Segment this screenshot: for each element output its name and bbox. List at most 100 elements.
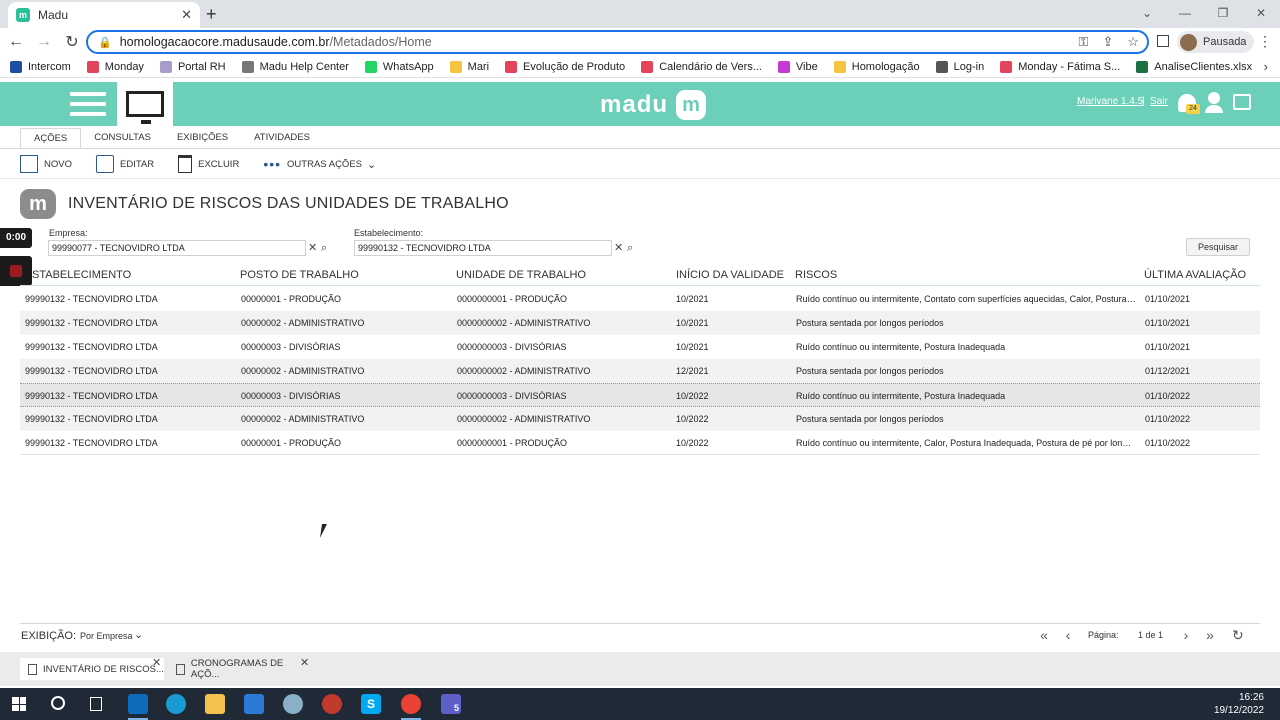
desktop-view-button[interactable] bbox=[117, 82, 173, 126]
hamburger-menu-icon[interactable] bbox=[70, 92, 106, 118]
open-document-tab[interactable]: CRONOGRAMAS DE AÇÕ... ✕ bbox=[168, 656, 312, 680]
edge-icon[interactable] bbox=[166, 694, 186, 714]
minimize-icon[interactable]: — bbox=[1166, 0, 1204, 28]
edit-label: EDITAR bbox=[119, 158, 155, 170]
file-explorer-icon[interactable] bbox=[205, 694, 225, 714]
logout-link[interactable]: Sair bbox=[1150, 96, 1168, 107]
bookmark-item[interactable]: Intercom bbox=[10, 60, 71, 73]
clear-icon[interactable]: ✕ bbox=[614, 240, 623, 256]
column-header[interactable]: UNIDADE DE TRABALHO bbox=[456, 269, 586, 281]
chevron-right-icon[interactable]: › bbox=[1264, 59, 1268, 74]
share-icon[interactable]: ⇪ bbox=[1102, 34, 1113, 50]
bookmark-item[interactable]: AnaliseClientes.xlsx bbox=[1136, 60, 1252, 73]
new-button[interactable]: NOVO bbox=[20, 155, 72, 173]
bookmark-item[interactable]: Mari bbox=[449, 60, 489, 73]
table-row[interactable]: 99990132 - TECNOVIDRO LTDA 00000002 - ADM… bbox=[20, 311, 1260, 335]
bookmark-icon bbox=[833, 60, 846, 73]
previous-page-icon[interactable]: ‹ bbox=[1056, 627, 1080, 643]
table-row[interactable]: 99990132 - TECNOVIDRO LTDA 00000001 - PRO… bbox=[20, 431, 1260, 455]
browser-menu-icon[interactable]: ⋮ bbox=[1258, 33, 1272, 50]
tab-atividades[interactable]: ATIVIDADES bbox=[241, 128, 323, 148]
bookmark-item[interactable]: Log-in bbox=[935, 60, 984, 73]
bookmark-item[interactable]: Portal RH bbox=[159, 60, 226, 73]
edit-button[interactable]: EDITAR bbox=[95, 155, 155, 173]
search-icon[interactable]: ⌕ bbox=[627, 240, 633, 256]
chat-icon[interactable] bbox=[1233, 94, 1251, 110]
bookmark-item[interactable]: Calendário de Vers... bbox=[641, 60, 762, 73]
bookmark-item[interactable]: Evolução de Produto bbox=[505, 60, 625, 73]
table-row[interactable]: 99990132 - TECNOVIDRO LTDA 00000003 - DIV… bbox=[20, 335, 1260, 359]
forward-icon[interactable]: → bbox=[32, 33, 56, 51]
user-link[interactable]: Marivane 1.4.5 bbox=[1077, 96, 1143, 107]
bookmark-item[interactable]: WhatsApp bbox=[364, 60, 434, 73]
reload-icon[interactable]: ↻ bbox=[60, 32, 84, 52]
document-icon bbox=[176, 663, 185, 675]
restore-icon[interactable]: ❐ bbox=[1204, 0, 1242, 28]
establishment-field[interactable]: 99990132 - TECNOVIDRO LTDA bbox=[354, 240, 612, 256]
side-panel-icon[interactable] bbox=[1157, 35, 1169, 47]
teams-icon[interactable]: 5 bbox=[441, 694, 461, 714]
search-icon[interactable] bbox=[51, 696, 65, 710]
support-icon[interactable] bbox=[1205, 92, 1223, 114]
search-button[interactable]: Pesquisar bbox=[1186, 238, 1250, 256]
column-header[interactable]: ÚLTIMA AVALIAÇÃO bbox=[1144, 269, 1246, 281]
refresh-icon[interactable]: ↻ bbox=[1232, 627, 1244, 644]
browser-toolbar: ← → ↻ 🔒 homologacaocore.madusaude.com.br… bbox=[0, 28, 1280, 56]
windows-start-icon[interactable] bbox=[12, 697, 26, 711]
bookmark-item[interactable]: Vibe bbox=[777, 60, 818, 73]
outlook-icon[interactable] bbox=[128, 694, 148, 714]
next-page-icon[interactable]: › bbox=[1174, 627, 1198, 643]
divider bbox=[0, 178, 1280, 179]
star-icon[interactable]: ☆ bbox=[1127, 34, 1139, 50]
bookmark-item[interactable]: Monday bbox=[86, 60, 144, 73]
profile-button[interactable]: Pausada bbox=[1177, 31, 1255, 53]
column-header[interactable]: RISCOS bbox=[795, 269, 837, 281]
search-icon[interactable]: ⌕ bbox=[321, 240, 327, 256]
last-page-icon[interactable]: » bbox=[1198, 627, 1222, 643]
close-icon[interactable]: ✕ bbox=[300, 656, 309, 669]
table-row[interactable]: 99990132 - TECNOVIDRO LTDA 00000001 - PRO… bbox=[20, 287, 1260, 311]
new-tab-button[interactable]: + bbox=[206, 4, 217, 25]
browser-tab[interactable]: m Madu ✕ bbox=[8, 2, 200, 28]
table-row[interactable]: 99990132 - TECNOVIDRO LTDA 00000002 - ADM… bbox=[20, 359, 1260, 383]
column-header[interactable]: INÍCIO DA VALIDADE bbox=[676, 269, 784, 281]
paint-icon[interactable] bbox=[322, 694, 342, 714]
page-logo-icon: m bbox=[20, 189, 56, 219]
view-select[interactable]: Por Empresa bbox=[80, 631, 133, 641]
app-icon[interactable] bbox=[283, 694, 303, 714]
close-icon[interactable]: ✕ bbox=[152, 656, 161, 669]
chevron-down-icon[interactable]: ⌄ bbox=[1128, 0, 1166, 28]
lock-icon[interactable]: 🔒 bbox=[98, 36, 112, 49]
bookmark-item[interactable]: Madu Help Center bbox=[241, 60, 349, 73]
table-cell: Ruído contínuo ou intermitente, Contato … bbox=[796, 294, 1136, 304]
system-clock[interactable]: 16:26 19/12/2022 bbox=[1214, 691, 1264, 717]
more-actions-button[interactable]: ••• OUTRAS AÇÕES ⌄ bbox=[263, 156, 376, 172]
table-row[interactable]: 99990132 - TECNOVIDRO LTDA 00000002 - ADM… bbox=[20, 407, 1260, 431]
store-icon[interactable] bbox=[244, 694, 264, 714]
bookmark-label: Calendário de Vers... bbox=[659, 60, 762, 73]
address-bar[interactable]: 🔒 homologacaocore.madusaude.com.br/Metad… bbox=[86, 30, 1149, 54]
bookmark-item[interactable]: Homologação bbox=[833, 60, 920, 73]
bookmark-item[interactable]: Monday - Fátima S... bbox=[1000, 60, 1120, 73]
back-icon[interactable]: ← bbox=[4, 33, 28, 51]
close-window-icon[interactable]: ✕ bbox=[1242, 0, 1280, 28]
first-page-icon[interactable]: « bbox=[1032, 627, 1056, 643]
tab-acoes[interactable]: AÇÕES bbox=[20, 128, 82, 148]
column-header[interactable]: POSTO DE TRABALHO bbox=[240, 269, 359, 281]
column-header[interactable]: STABELECIMENTO bbox=[32, 269, 131, 281]
chrome-icon[interactable] bbox=[401, 694, 421, 714]
recording-timer: 0:00 bbox=[0, 228, 32, 248]
key-icon[interactable]: ⚿ bbox=[1079, 34, 1089, 50]
chevron-down-icon[interactable]: ⌄ bbox=[134, 628, 143, 641]
tab-consultas[interactable]: CONSULTAS bbox=[81, 128, 164, 148]
tab-exibicoes[interactable]: EXIBIÇÕES bbox=[164, 128, 241, 148]
table-row[interactable]: 99990132 - TECNOVIDRO LTDA 00000003 - DIV… bbox=[20, 383, 1260, 407]
open-document-tab[interactable]: INVENTÁRIO DE RISCOS... ✕ bbox=[20, 656, 164, 680]
task-view-icon[interactable] bbox=[90, 697, 102, 711]
table-cell: 0000000003 - DIVISÓRIAS bbox=[457, 342, 567, 352]
delete-button[interactable]: EXCLUIR bbox=[178, 155, 239, 173]
skype-icon[interactable]: S bbox=[361, 694, 381, 714]
company-field[interactable]: 99990077 - TECNOVIDRO LTDA bbox=[48, 240, 306, 256]
close-tab-icon[interactable]: ✕ bbox=[181, 7, 192, 23]
clear-icon[interactable]: ✕ bbox=[308, 240, 317, 256]
